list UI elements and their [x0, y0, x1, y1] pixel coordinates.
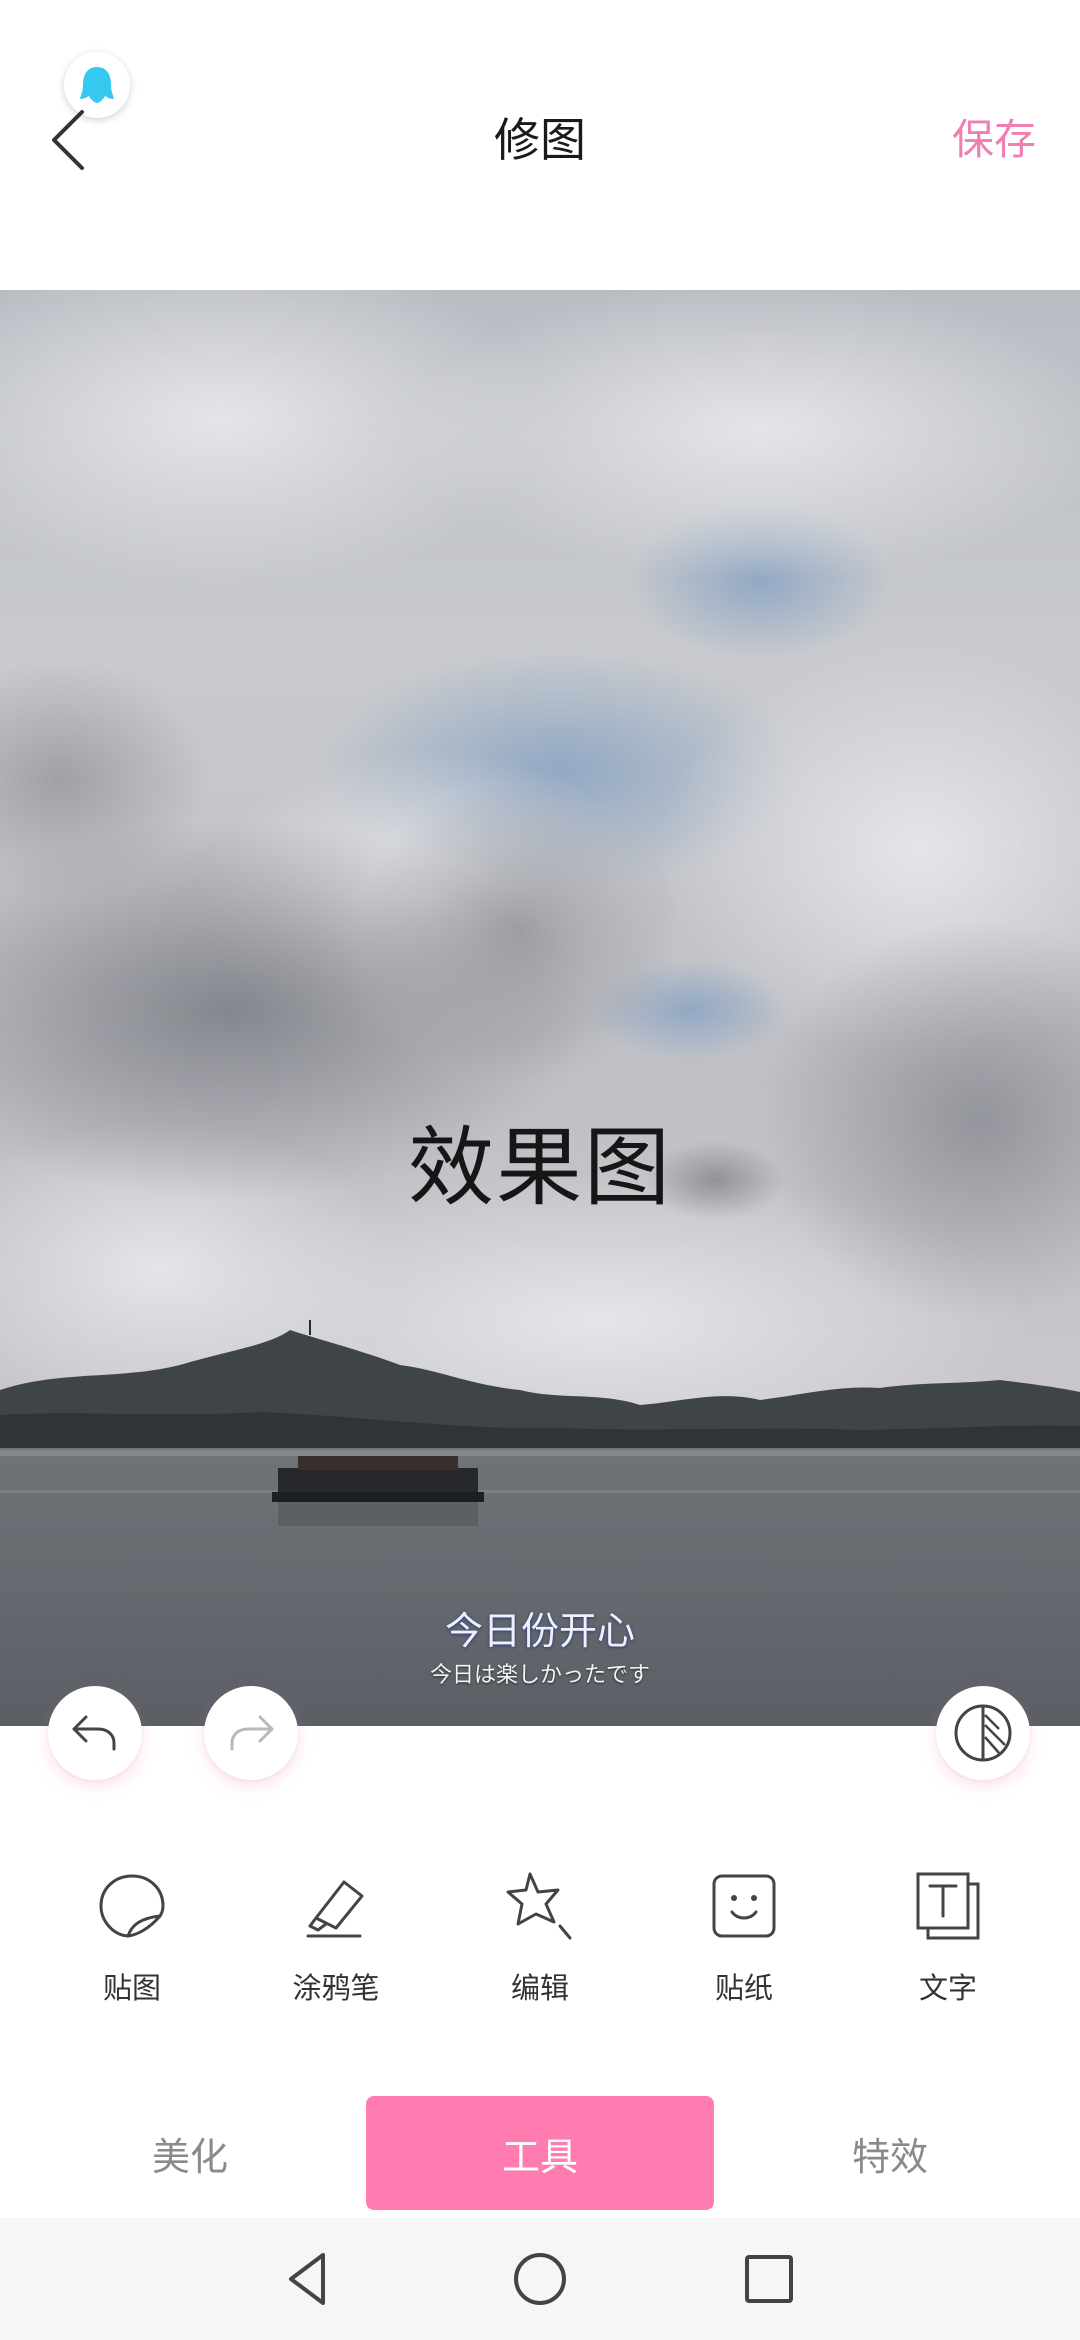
square-recents-icon — [745, 2255, 793, 2303]
save-button[interactable]: 保存 — [952, 110, 1036, 170]
photo-caption-main[interactable]: 今日份开心 — [0, 1608, 1080, 1654]
top-bar: 修图 保存 — [0, 0, 1080, 290]
circle-home-icon — [514, 2253, 566, 2305]
effect-preview-label: 效果图 — [408, 1118, 672, 1218]
tool-tietu[interactable]: 贴图 — [42, 1866, 222, 2016]
compare-half-circle-icon — [954, 1704, 1012, 1762]
redo-arrow-icon — [230, 1715, 274, 1751]
tool-label: 涂鸦笔 — [292, 1971, 380, 2005]
triangle-back-icon — [289, 2253, 325, 2305]
eraser-pen-icon — [306, 1880, 364, 1938]
sticker-map-icon — [99, 1874, 165, 1938]
landscape-photo-image — [0, 290, 1080, 1726]
photo-caption-sub[interactable]: 今日は楽しかったです — [0, 1662, 1080, 1690]
back-button[interactable] — [28, 100, 108, 180]
system-navigation-bar — [0, 2218, 1080, 2340]
tool-graffiti-pen[interactable]: 涂鸦笔 — [246, 1866, 426, 2016]
redo-button[interactable] — [204, 1686, 298, 1780]
tab-effects[interactable]: 特效 — [730, 2096, 1050, 2210]
undo-button[interactable] — [48, 1686, 142, 1780]
tool-edit[interactable]: 编辑 — [450, 1866, 630, 2016]
tool-label: 贴图 — [102, 1971, 161, 2005]
undo-arrow-icon — [72, 1715, 116, 1751]
system-back-button[interactable] — [272, 2242, 346, 2316]
edited-photo: 效果图 今日份开心 今日は楽しかったです — [0, 290, 1080, 1726]
tool-text[interactable]: 文字 — [858, 1866, 1038, 2016]
text-icon — [916, 1872, 980, 1940]
tab-tools[interactable]: 工具 — [366, 2096, 714, 2210]
tool-label: 文字 — [918, 1971, 977, 2005]
tool-sticker[interactable]: 贴纸 — [654, 1866, 834, 2016]
smiley-sticker-icon — [712, 1874, 776, 1938]
tool-label: 贴纸 — [714, 1971, 773, 2005]
tab-beautify[interactable]: 美化 — [30, 2096, 350, 2210]
system-home-button[interactable] — [503, 2242, 577, 2316]
page-title: 修图 — [494, 113, 586, 167]
tool-label: 编辑 — [510, 1971, 569, 2005]
system-recents-button[interactable] — [732, 2242, 806, 2316]
star-edit-icon — [506, 1872, 572, 1940]
compare-button[interactable] — [936, 1686, 1030, 1780]
